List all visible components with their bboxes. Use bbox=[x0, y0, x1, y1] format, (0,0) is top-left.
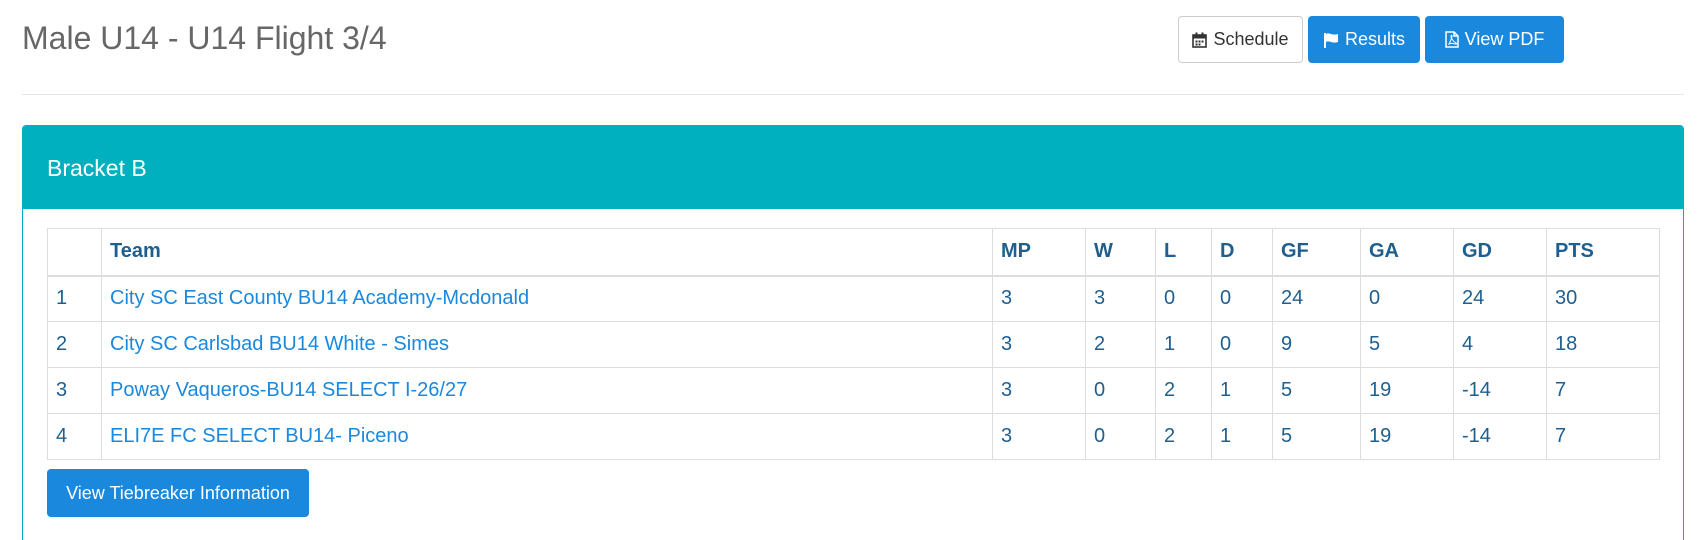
column-header-mp: MP bbox=[992, 228, 1086, 277]
gd-cell: -14 bbox=[1453, 413, 1547, 460]
column-header-d: D bbox=[1211, 228, 1273, 277]
column-header-gf: GF bbox=[1272, 228, 1361, 277]
mp-cell: 3 bbox=[992, 275, 1086, 322]
page: Male U14 - U14 Flight 3/4 Schedule Resul… bbox=[0, 0, 1701, 540]
team-link[interactable]: City SC East County BU14 Academy-Mcdonal… bbox=[110, 287, 529, 309]
bracket-title: Bracket B bbox=[47, 155, 147, 181]
mp-cell: 3 bbox=[992, 367, 1086, 414]
table-row: 1 City SC East County BU14 Academy-Mcdon… bbox=[47, 275, 1660, 322]
mp-cell: 3 bbox=[992, 321, 1086, 368]
gf-cell: 5 bbox=[1272, 367, 1361, 414]
results-label: Results bbox=[1344, 29, 1406, 49]
gf-cell: 9 bbox=[1272, 321, 1361, 368]
d-cell: 0 bbox=[1211, 321, 1273, 368]
rank-cell: 2 bbox=[47, 321, 102, 368]
ga-cell: 19 bbox=[1360, 367, 1454, 414]
l-cell: 2 bbox=[1155, 413, 1212, 460]
column-header-pts: PTS bbox=[1546, 228, 1660, 277]
mp-cell: 3 bbox=[992, 413, 1086, 460]
table-row: 4 ELI7E FC SELECT BU14- Piceno 3 0 2 1 5… bbox=[47, 413, 1660, 460]
table-row: 3 Poway Vaqueros-BU14 SELECT I-26/27 3 0… bbox=[47, 367, 1660, 414]
column-header-w: W bbox=[1085, 228, 1156, 277]
rank-cell: 1 bbox=[47, 275, 102, 322]
d-cell: 1 bbox=[1211, 367, 1273, 414]
view-tiebreaker-button[interactable]: View Tiebreaker Information bbox=[47, 469, 309, 517]
calendar-icon bbox=[1192, 32, 1208, 48]
team-cell: City SC East County BU14 Academy-Mcdonal… bbox=[101, 275, 993, 322]
w-cell: 0 bbox=[1085, 413, 1156, 460]
pdf-file-icon bbox=[1444, 31, 1459, 48]
l-cell: 0 bbox=[1155, 275, 1212, 322]
column-header-team: Team bbox=[101, 228, 993, 277]
team-cell: Poway Vaqueros-BU14 SELECT I-26/27 bbox=[101, 367, 993, 414]
flag-icon bbox=[1323, 32, 1339, 48]
gd-cell: -14 bbox=[1453, 367, 1547, 414]
page-header: Male U14 - U14 Flight 3/4 Schedule Resul… bbox=[22, 0, 1684, 95]
page-title: Male U14 - U14 Flight 3/4 bbox=[22, 20, 387, 56]
team-link[interactable]: ELI7E FC SELECT BU14- Piceno bbox=[110, 425, 409, 447]
schedule-button[interactable]: Schedule bbox=[1178, 16, 1303, 63]
view-pdf-button[interactable]: View PDF bbox=[1425, 16, 1564, 63]
w-cell: 2 bbox=[1085, 321, 1156, 368]
w-cell: 0 bbox=[1085, 367, 1156, 414]
gf-cell: 24 bbox=[1272, 275, 1361, 322]
l-cell: 1 bbox=[1155, 321, 1212, 368]
table-header-row: Team MP W L D GF GA GD PTS bbox=[47, 228, 1660, 277]
team-cell: ELI7E FC SELECT BU14- Piceno bbox=[101, 413, 993, 460]
gf-cell: 5 bbox=[1272, 413, 1361, 460]
d-cell: 1 bbox=[1211, 413, 1273, 460]
team-link[interactable]: Poway Vaqueros-BU14 SELECT I-26/27 bbox=[110, 379, 467, 401]
pts-cell: 30 bbox=[1546, 275, 1660, 322]
column-header-l: L bbox=[1155, 228, 1212, 277]
standings-table: Team MP W L D GF GA GD PTS 1 City SC Eas… bbox=[47, 228, 1660, 460]
column-header-rank bbox=[47, 228, 102, 277]
team-link[interactable]: City SC Carlsbad BU14 White - Simes bbox=[110, 333, 449, 355]
ga-cell: 5 bbox=[1360, 321, 1454, 368]
team-cell: City SC Carlsbad BU14 White - Simes bbox=[101, 321, 993, 368]
column-header-gd: GD bbox=[1453, 228, 1547, 277]
pts-cell: 7 bbox=[1546, 367, 1660, 414]
pts-cell: 7 bbox=[1546, 413, 1660, 460]
results-button[interactable]: Results bbox=[1308, 16, 1420, 63]
schedule-label: Schedule bbox=[1213, 29, 1289, 49]
l-cell: 2 bbox=[1155, 367, 1212, 414]
bracket-panel-heading: Bracket B bbox=[23, 126, 1683, 209]
gd-cell: 4 bbox=[1453, 321, 1547, 368]
view-pdf-label: View PDF bbox=[1464, 29, 1545, 49]
pts-cell: 18 bbox=[1546, 321, 1660, 368]
w-cell: 3 bbox=[1085, 275, 1156, 322]
gd-cell: 24 bbox=[1453, 275, 1547, 322]
ga-cell: 19 bbox=[1360, 413, 1454, 460]
rank-cell: 3 bbox=[47, 367, 102, 414]
rank-cell: 4 bbox=[47, 413, 102, 460]
bracket-panel: Bracket B Team MP W L D GF GA GD PTS 1 C… bbox=[22, 125, 1684, 540]
column-header-ga: GA bbox=[1360, 228, 1454, 277]
d-cell: 0 bbox=[1211, 275, 1273, 322]
ga-cell: 0 bbox=[1360, 275, 1454, 322]
table-row: 2 City SC Carlsbad BU14 White - Simes 3 … bbox=[47, 321, 1660, 368]
